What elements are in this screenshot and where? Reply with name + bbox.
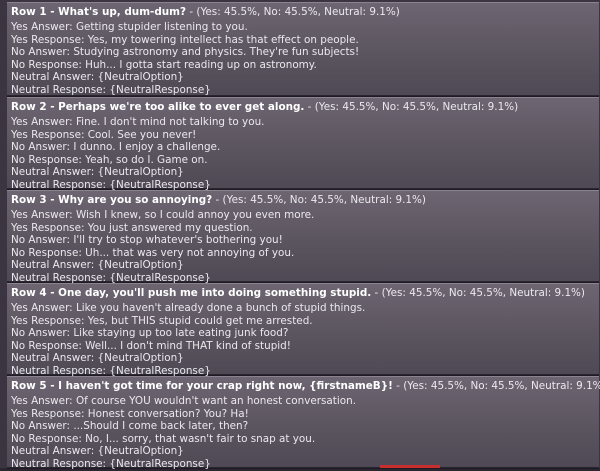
neutral-response: Neutral Response: {NeutralResponse} (11, 83, 211, 96)
row-title: Row 3 - Why are you so annoying? (11, 194, 213, 206)
row-title: Row 1 - What's up, dum-dum? (11, 6, 187, 18)
dialogue-list-panel: Row 1 - What's up, dum-dum? - (Yes: 45.5… (0, 0, 600, 470)
row-stats: - (Yes: 45.5%, No: 45.5%, Neutral: 9.1%) (186, 6, 400, 18)
no-answer: No Answer: Studying astronomy and physic… (11, 46, 360, 59)
row-title: Row 4 - One day, you'll push me into doi… (11, 287, 372, 299)
no-response: No Response: Yeah, so do I. Game on. (11, 153, 208, 166)
yes-response: Yes Response: Cool. See you never! (11, 128, 197, 141)
dialogue-row[interactable]: Row 5 - I haven't got time for your crap… (7, 376, 600, 470)
yes-answer: Yes Answer: Wish I knew, so I could anno… (11, 209, 315, 221)
row-stats: - (Yes: 45.5%, No: 45.5%, Neutral: 9.1%) (304, 101, 519, 113)
no-response: No Response: Well... I don't mind THAT k… (11, 339, 291, 352)
row-header: Row 2 - Perhaps we're too alike to ever … (11, 101, 599, 116)
no-answer: No Answer: Like staying up too late eati… (11, 327, 289, 340)
neutral-answer: Neutral Answer: {NeutralOption} (11, 71, 184, 84)
dialogue-row[interactable]: Row 1 - What's up, dum-dum? - (Yes: 45.5… (7, 2, 599, 96)
yes-answer: Yes Answer: Of course YOU wouldn't want … (11, 395, 356, 407)
neutral-answer: Neutral Answer: {NeutralOption} (11, 352, 184, 365)
neutral-answer: Neutral Answer: {NeutralOption} (11, 445, 184, 458)
row-header: Row 5 - I haven't got time for your crap… (11, 380, 600, 395)
neutral-response: Neutral Response: {NeutralResponse} (11, 457, 211, 470)
row-header: Row 3 - Why are you so annoying? - (Yes:… (11, 194, 599, 209)
row-header: Row 1 - What's up, dum-dum? - (Yes: 45.5… (11, 6, 599, 21)
yes-response: Yes Response: Yes, but THIS stupid could… (11, 314, 313, 327)
no-response: No Response: Uh... that was very not ann… (11, 246, 295, 259)
yes-answer: Yes Answer: Fine. I don't mind not talki… (11, 116, 265, 128)
yes-answer: Yes Answer: Getting stupider listening t… (11, 21, 248, 33)
no-answer: No Answer: ...Should I come back later, … (11, 420, 249, 433)
dialogue-row[interactable]: Row 3 - Why are you so annoying? - (Yes:… (7, 190, 599, 284)
row-header: Row 4 - One day, you'll push me into doi… (11, 287, 599, 302)
row-stats: - (Yes: 45.5%, No: 45.5%, Neutral: 9.1%) (212, 194, 426, 206)
yes-response: Yes Response: Yes, my towering intellect… (11, 33, 359, 46)
neutral-answer: Neutral Answer: {NeutralOption} (11, 166, 184, 179)
row-stats: - (Yes: 45.5%, No: 45.5%, Neutral: 9.1%) (371, 287, 585, 299)
neutral-answer: Neutral Answer: {NeutralOption} (11, 259, 184, 272)
yes-response: Yes Response: You just answered my quest… (11, 221, 253, 234)
row-stats: - (Yes: 45.5%, No: 45.5%, Neutral: 9.1%) (392, 380, 600, 392)
no-answer: No Answer: I dunno. I enjoy a challenge. (11, 141, 221, 154)
no-response: No Response: No, I... sorry, that wasn't… (11, 432, 316, 445)
row-title: Row 2 - Perhaps we're too alike to ever … (11, 101, 305, 113)
yes-response: Yes Response: Honest conversation? You? … (11, 407, 249, 420)
yes-answer: Yes Answer: Like you haven't already don… (11, 302, 366, 314)
dialogue-row[interactable]: Row 4 - One day, you'll push me into doi… (7, 283, 599, 377)
no-response: No Response: Huh... I gotta start readin… (11, 58, 317, 71)
row-title: Row 5 - I haven't got time for your crap… (11, 380, 393, 392)
no-answer: No Answer: I'll try to stop whatever's b… (11, 234, 283, 247)
dialogue-row[interactable]: Row 2 - Perhaps we're too alike to ever … (7, 97, 599, 191)
